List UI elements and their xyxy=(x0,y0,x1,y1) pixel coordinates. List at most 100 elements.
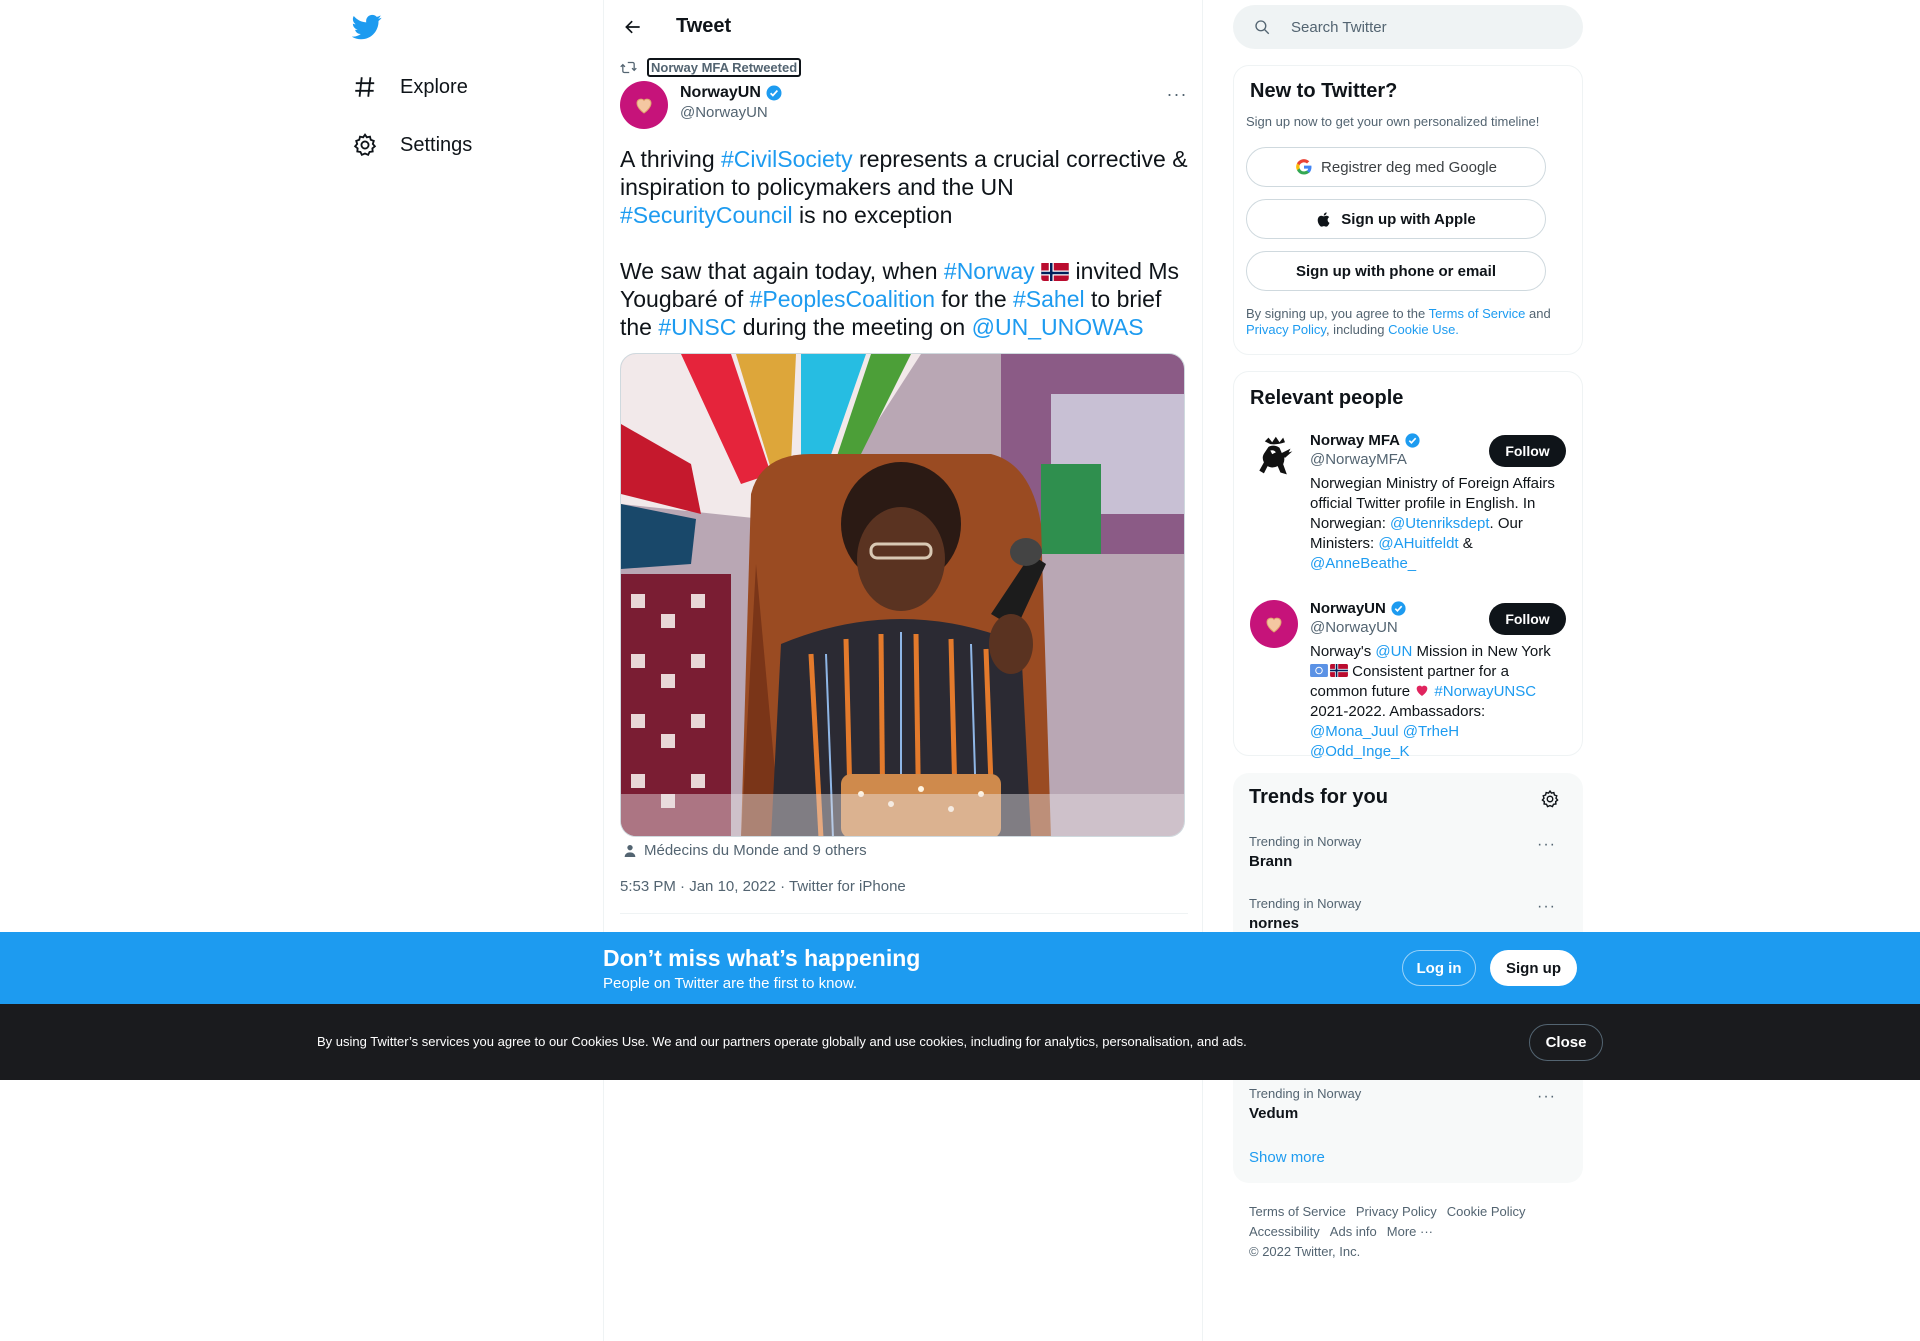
trend-context: Trending in Norway xyxy=(1249,1086,1362,1101)
tweet-paragraph-2: We saw that again today, when #Norway in… xyxy=(620,257,1190,341)
hashtag-link[interactable]: #NorwayUNSC xyxy=(1434,683,1536,700)
footer-cookie-link[interactable]: Cookie Policy xyxy=(1447,1204,1526,1219)
verified-badge-icon xyxy=(1391,601,1406,616)
tweet-source[interactable]: Twitter for iPhone xyxy=(789,878,906,895)
author-handle: @NorwayUN xyxy=(680,104,768,121)
norway-un-avatar[interactable] xyxy=(1250,600,1298,648)
trend-item[interactable]: Trending in Norway Vedum ··· xyxy=(1249,1086,1567,1122)
hashtag-link[interactable]: #SecurityCouncil xyxy=(620,202,793,228)
tagged-people-link[interactable]: Médecins du Monde and 9 others xyxy=(622,842,867,859)
mention-link[interactable]: @Odd_Inge_K xyxy=(1310,743,1409,760)
hashtag-link[interactable]: #PeoplesCoalition xyxy=(750,286,935,312)
phone-email-signup-button[interactable]: Sign up with phone or email xyxy=(1246,251,1546,291)
relevant-people-title: Relevant people xyxy=(1250,387,1404,409)
footer-more-link[interactable]: More ··· xyxy=(1387,1224,1433,1239)
new-to-twitter-title: New to Twitter? xyxy=(1250,80,1398,102)
signup-banner-title: Don’t miss what’s happening xyxy=(603,945,921,971)
google-signup-button[interactable]: Registrer deg med Google xyxy=(1246,147,1546,187)
new-to-twitter-card: New to Twitter? Sign up now to get your … xyxy=(1233,65,1583,355)
bio-text-run: 2021-2022. Ambassadors: xyxy=(1310,703,1486,720)
follow-button[interactable]: Follow xyxy=(1489,603,1566,635)
trend-more-button[interactable]: ··· xyxy=(1537,898,1556,916)
cookie-close-button[interactable]: Close xyxy=(1529,1024,1603,1061)
signup-button[interactable]: Sign up xyxy=(1490,950,1577,986)
mention-link[interactable]: @Mona_Juul xyxy=(1310,723,1399,740)
search-icon xyxy=(1255,20,1270,35)
phone-email-signup-label: Sign up with phone or email xyxy=(1295,262,1496,280)
trend-item[interactable]: Trending in Norway Brann ··· xyxy=(1249,834,1567,870)
legal-text-run: By signing up, you agree to the xyxy=(1246,306,1429,321)
privacy-link[interactable]: Privacy Policy xyxy=(1246,322,1326,337)
apple-logo-icon xyxy=(1318,211,1330,227)
tweet-date[interactable]: Jan 10, 2022 xyxy=(689,878,776,895)
footer-privacy-link[interactable]: Privacy Policy xyxy=(1356,1204,1437,1219)
tweet-meta: 5:53 PM · Jan 10, 2022 · Twitter for iPh… xyxy=(620,878,906,895)
tweet-text-run: for the xyxy=(935,286,1013,312)
tweet-text: A thriving #CivilSociety represents a cr… xyxy=(620,145,1190,369)
tweet-author-avatar[interactable] xyxy=(620,81,668,129)
meta-separator: · xyxy=(780,878,790,895)
retweet-icon xyxy=(620,61,637,74)
signup-banner: Don’t miss what’s happening People on Tw… xyxy=(0,932,1920,1004)
google-logo-icon xyxy=(1296,159,1312,175)
tweet-more-button[interactable]: ··· xyxy=(1164,84,1190,104)
trend-more-button[interactable]: ··· xyxy=(1537,836,1556,854)
hashtag-link[interactable]: #UNSC xyxy=(658,314,736,340)
google-signup-label: Registrer deg med Google xyxy=(1321,158,1497,176)
nav-explore-label: Explore xyxy=(400,75,468,98)
verified-badge-icon xyxy=(766,85,782,101)
footer-accessibility-link[interactable]: Accessibility xyxy=(1249,1224,1320,1239)
trend-context: Trending in Norway xyxy=(1249,896,1362,911)
trend-item[interactable]: Trending in Norway nornes ··· xyxy=(1249,896,1567,932)
footer: Terms of Service Privacy Policy Cookie Pol… xyxy=(1249,1202,1569,1262)
retweeted-by-link[interactable]: Norway MFA Retweeted xyxy=(647,58,802,77)
relevant-people-card: Relevant people Norway MFA @NorwayMFA No… xyxy=(1233,371,1583,760)
show-more-trends-link[interactable]: Show more xyxy=(1249,1149,1325,1166)
login-button[interactable]: Log in xyxy=(1402,950,1476,986)
gear-icon xyxy=(353,133,377,157)
hashtag-icon xyxy=(355,77,375,97)
person-name: Norway MFA xyxy=(1310,432,1401,449)
retweet-context: Norway MFA Retweeted xyxy=(620,58,802,77)
tweet-photo[interactable] xyxy=(620,353,1185,837)
trends-settings-button[interactable] xyxy=(1537,786,1563,812)
cookie-use-link[interactable]: Cookie Use. xyxy=(1388,322,1459,337)
norway-crest-avatar[interactable] xyxy=(1250,432,1298,480)
mention-link[interactable]: @AHuitfeldt xyxy=(1378,535,1458,552)
mention-link[interactable]: @TrheH xyxy=(1403,723,1459,740)
footer-terms-link[interactable]: Terms of Service xyxy=(1249,1204,1346,1219)
apple-signup-button[interactable]: Sign up with Apple xyxy=(1246,199,1546,239)
footer-ads-link[interactable]: Ads info xyxy=(1330,1224,1377,1239)
main-column: Tweet Norway MFA Retweeted NorwayUN @Nor… xyxy=(603,0,1203,1341)
nav-settings[interactable]: Settings xyxy=(352,120,472,170)
norway-flag-icon xyxy=(1330,664,1348,677)
cookie-banner: By using Twitter’s services you agree to… xyxy=(0,1004,1920,1080)
meta-separator: · xyxy=(680,878,690,895)
hashtag-link[interactable]: #Norway xyxy=(944,258,1035,284)
search-input[interactable] xyxy=(1291,18,1551,36)
person-name: NorwayUN xyxy=(1310,600,1386,617)
tweet-time[interactable]: 5:53 PM xyxy=(620,878,676,895)
tweet-author[interactable]: NorwayUN @NorwayUN xyxy=(680,84,783,121)
hashtag-link[interactable]: #Sahel xyxy=(1013,286,1085,312)
divider xyxy=(620,913,1188,914)
mention-link[interactable]: @Utenriksdept xyxy=(1390,515,1489,532)
trend-more-button[interactable]: ··· xyxy=(1537,1088,1556,1106)
bio-text-run: Norway's xyxy=(1310,643,1376,660)
nav-settings-label: Settings xyxy=(400,133,473,156)
terms-link[interactable]: Terms of Service xyxy=(1429,306,1526,321)
mention-link[interactable]: @UN xyxy=(1375,643,1412,660)
back-button[interactable] xyxy=(618,12,648,42)
hashtag-link[interactable]: #CivilSociety xyxy=(721,146,853,172)
mention-link[interactable]: @UN_UNOWAS xyxy=(972,314,1144,340)
follow-button[interactable]: Follow xyxy=(1489,435,1566,467)
twitter-logo-icon[interactable] xyxy=(351,12,384,44)
nav-explore[interactable]: Explore xyxy=(352,62,468,112)
apple-signup-label: Sign up with Apple xyxy=(1341,210,1476,228)
author-name: NorwayUN xyxy=(680,84,761,101)
search-box[interactable] xyxy=(1233,5,1583,49)
trends-title: Trends for you xyxy=(1249,786,1388,808)
tweet-text-run: A thriving xyxy=(620,146,721,172)
gear-icon xyxy=(1541,789,1559,808)
mention-link[interactable]: @AnneBeathe_ xyxy=(1310,555,1416,572)
